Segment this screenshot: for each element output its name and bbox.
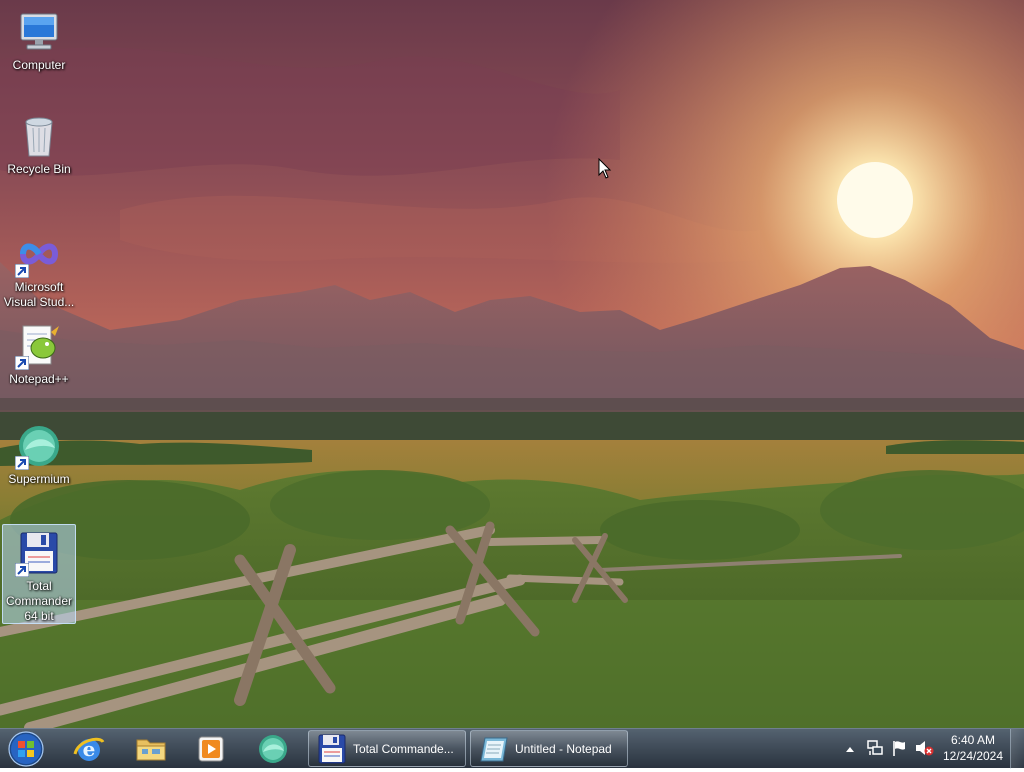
desktop-icon-notepad-plus-plus[interactable]: Notepad++	[2, 318, 76, 390]
desktop-icon-label: Supermium	[8, 472, 70, 486]
wallpaper-sunset-landscape	[0, 0, 1024, 728]
desktop-icon-label: Recycle Bin	[7, 162, 71, 176]
shortcut-arrow-icon	[15, 356, 29, 370]
taskbar: e Total Commande... Untitled - Notepad 6…	[0, 728, 1024, 769]
internet-explorer-icon: e	[73, 737, 105, 761]
desktop[interactable]: Computer Recycle Bin Microsoft Visual St…	[0, 0, 1024, 728]
clock-date: 12/24/2024	[942, 749, 1004, 763]
supermium-icon	[259, 735, 287, 763]
recycle-bin-icon	[15, 112, 63, 160]
desktop-icon-label: Notepad++	[9, 372, 69, 386]
desktop-icon-label: Total Commander 64 bit	[5, 579, 73, 623]
clock-time: 6:40 AM	[950, 733, 996, 747]
desktop-icon-computer[interactable]: Computer	[2, 4, 76, 76]
show-desktop-button[interactable]	[1010, 729, 1024, 769]
shortcut-arrow-icon	[15, 563, 29, 577]
folder-icon	[136, 739, 166, 761]
desktop-icon-label: Computer	[12, 58, 66, 72]
show-hidden-icons-chevron-icon[interactable]	[845, 745, 855, 753]
notepad-icon	[480, 737, 508, 761]
volume-muted-icon[interactable]	[914, 739, 934, 757]
visual-studio-icon	[15, 230, 63, 278]
floppy-disk-icon	[318, 734, 346, 763]
action-center-flag-icon[interactable]	[890, 739, 908, 757]
pinned-media-player[interactable]	[184, 731, 238, 767]
pinned-internet-explorer[interactable]: e	[62, 731, 116, 767]
taskbar-button-label: Untitled - Notepad	[515, 741, 612, 756]
floppy-disk-icon	[15, 529, 63, 577]
desktop-icon-label: Microsoft Visual Stud...	[3, 280, 75, 309]
computer-icon	[15, 8, 63, 56]
taskbar-button-notepad[interactable]: Untitled - Notepad	[470, 730, 628, 767]
media-player-icon	[198, 736, 224, 762]
shortcut-arrow-icon	[15, 456, 29, 470]
system-clock[interactable]: 6:40 AM 12/24/2024	[937, 732, 1009, 764]
desktop-icon-total-commander[interactable]: Total Commander 64 bit	[2, 524, 76, 624]
desktop-icon-supermium[interactable]: Supermium	[2, 418, 76, 490]
network-icon[interactable]	[866, 739, 884, 757]
pinned-file-explorer[interactable]	[124, 731, 178, 767]
desktop-icon-visual-studio[interactable]: Microsoft Visual Stud...	[2, 226, 76, 309]
desktop-icon-recycle-bin[interactable]: Recycle Bin	[2, 108, 76, 180]
supermium-icon	[15, 422, 63, 470]
taskbar-button-label: Total Commande...	[353, 741, 454, 756]
taskbar-button-total-commander[interactable]: Total Commande...	[308, 730, 466, 767]
shortcut-arrow-icon	[15, 264, 29, 278]
mouse-pointer-icon	[598, 158, 612, 179]
pinned-supermium[interactable]	[246, 731, 300, 767]
start-button[interactable]	[6, 731, 46, 767]
notepad-plus-plus-icon	[15, 322, 63, 370]
